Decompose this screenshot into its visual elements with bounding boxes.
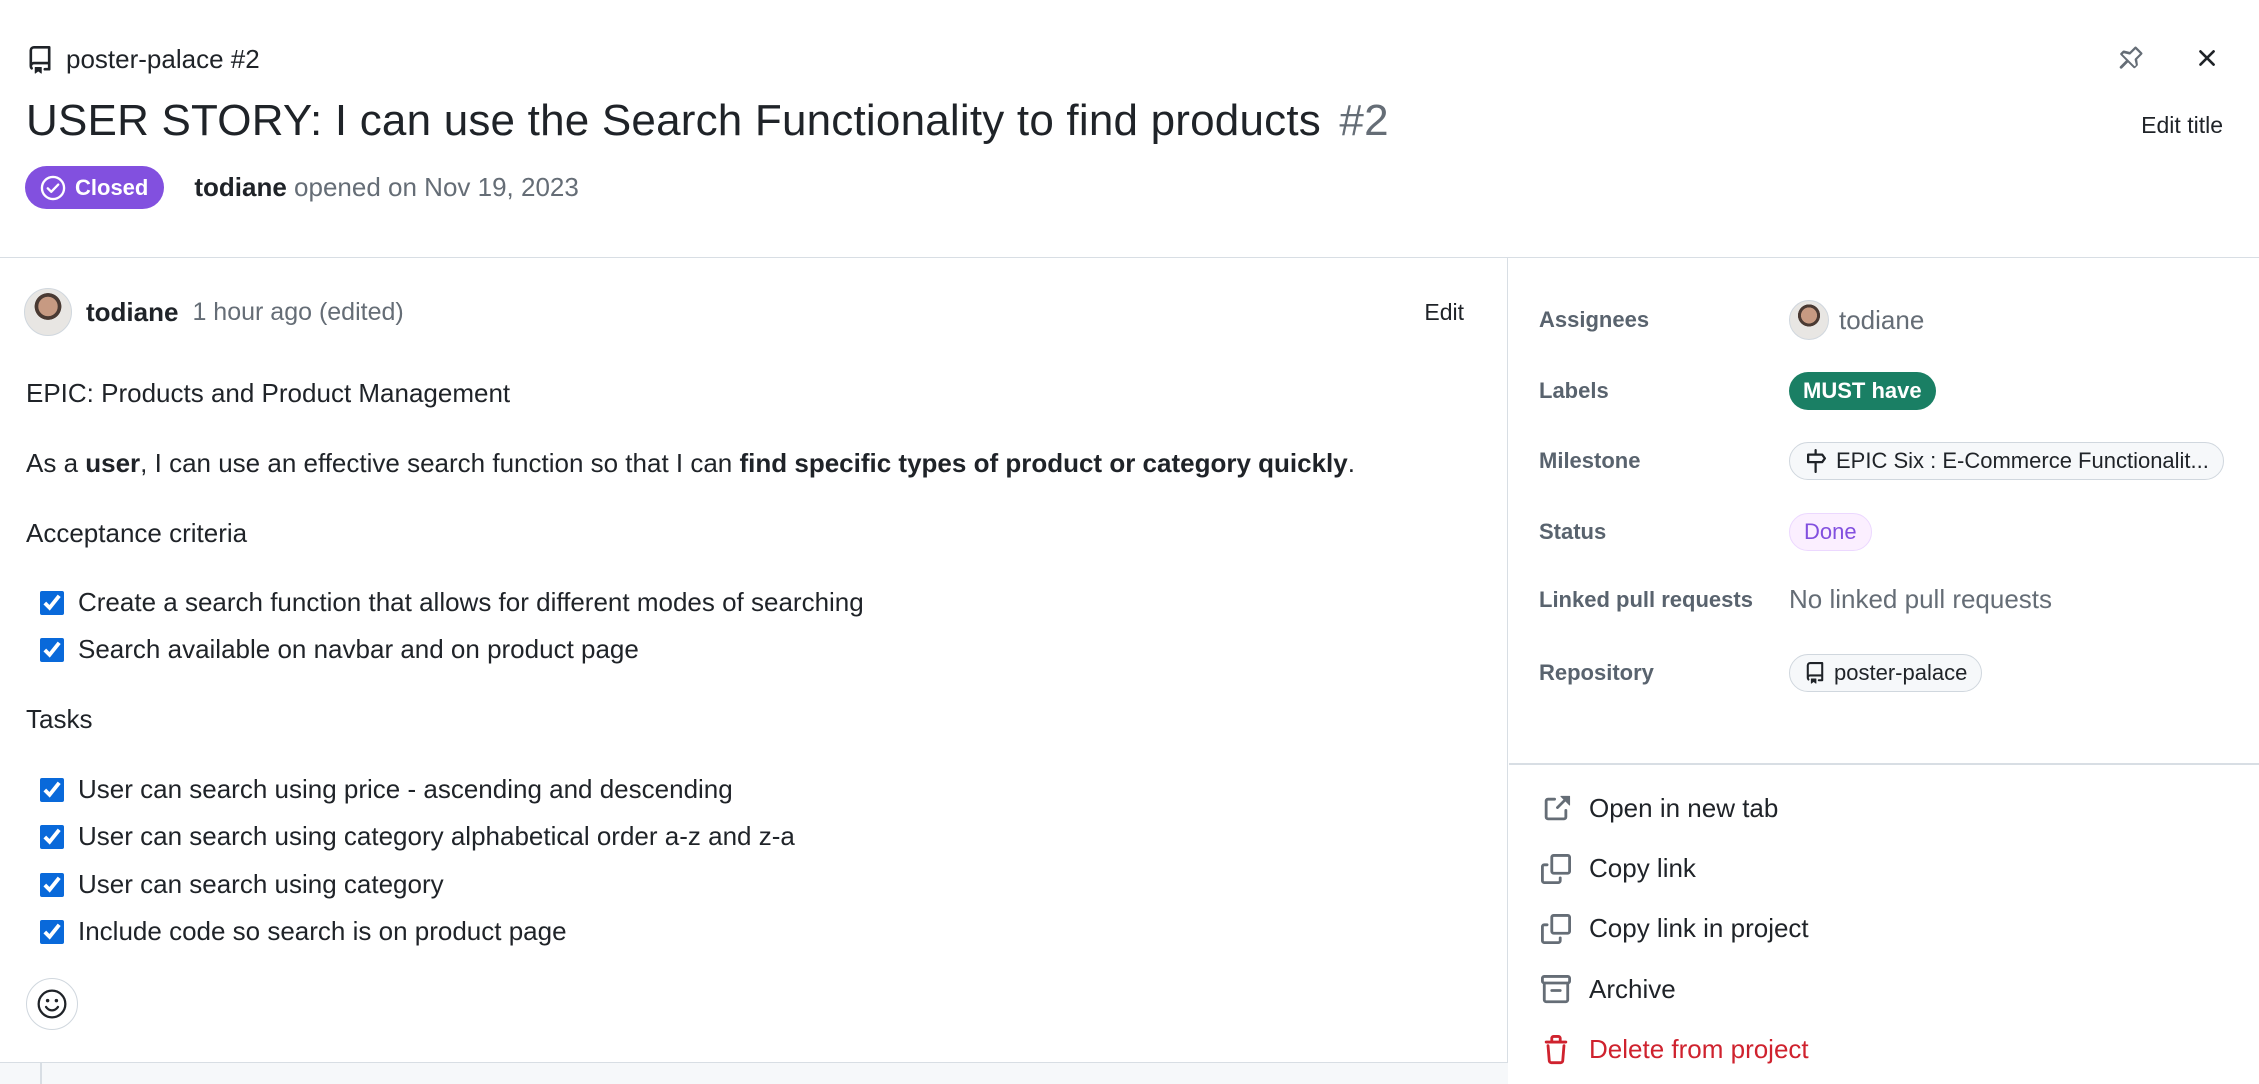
repo-icon	[1806, 662, 1824, 684]
task-label: Include code so search is on product pag…	[78, 916, 567, 946]
repository-tag[interactable]: poster-palace	[1789, 654, 1983, 692]
add-reaction-button[interactable]	[26, 978, 78, 1030]
edit-comment-button[interactable]: Edit	[1424, 299, 1464, 326]
archive-icon	[1541, 974, 1571, 1003]
milestone-field[interactable]: Milestone EPIC Six : E-Commerce Function…	[1539, 442, 2239, 480]
pin-icon[interactable]	[2113, 40, 2149, 76]
action-label: Copy link	[1589, 853, 1696, 883]
trash-icon	[1544, 1034, 1568, 1064]
assignees-field[interactable]: Assignees todiane	[1539, 300, 2239, 340]
task-label: User can search using category	[78, 869, 444, 899]
linked-pull-requests-field[interactable]: Linked pull requests No linked pull requ…	[1539, 584, 2239, 615]
edit-title-button[interactable]: Edit title	[2141, 112, 2223, 139]
status-badge-label: Closed	[75, 174, 149, 200]
milestone-icon	[1806, 449, 1827, 473]
task-label: User can search using category alphabeti…	[78, 821, 795, 851]
repo-icon	[29, 45, 51, 74]
list-item: Include code so search is on product pag…	[40, 916, 567, 947]
issue-sidebar: Assignees todiane Labels MUST have Miles…	[1509, 258, 2259, 1084]
issue-body: todiane 1 hour ago (edited) Edit EPIC: P…	[0, 258, 1508, 1084]
story-suffix: .	[1347, 448, 1355, 478]
tasks-heading: Tasks	[26, 704, 93, 734]
issue-header: poster-palace #2 USER STORY: I can use t…	[0, 0, 2259, 258]
status-tag[interactable]: Done	[1789, 513, 1872, 551]
task-checkbox[interactable]	[40, 824, 64, 849]
comment-header: todiane 1 hour ago (edited) Edit	[24, 288, 1484, 336]
status-badge: Closed	[25, 166, 165, 209]
story-prefix: As a	[26, 448, 86, 478]
action-label: Copy link in project	[1589, 913, 1809, 943]
opened-meta: todiane opened on Nov 19, 2023	[194, 172, 578, 203]
field-label: Linked pull requests	[1539, 586, 1753, 612]
task-label: Search available on navbar and on produc…	[78, 634, 639, 664]
field-label: Labels	[1539, 378, 1609, 403]
issue-title: USER STORY: I can use the Search Functio…	[26, 96, 1389, 146]
story-paragraph: As a user, I can use an effective search…	[26, 448, 1355, 479]
repository-name: poster-palace	[1834, 660, 1968, 685]
issue-title-text: USER STORY: I can use the Search Functio…	[26, 96, 1321, 145]
label-tag[interactable]: MUST have	[1789, 372, 1936, 410]
comment-author[interactable]: todiane	[86, 297, 178, 328]
task-checkbox[interactable]	[40, 872, 64, 897]
avatar	[1789, 300, 1829, 340]
milestone-tag[interactable]: EPIC Six : E-Commerce Functionalit...	[1789, 442, 2224, 480]
assignee-name[interactable]: todiane	[1839, 305, 1924, 336]
action-label: Delete from project	[1589, 1034, 1809, 1064]
issue-number: #2	[1339, 96, 1389, 145]
list-item: User can search using price - ascending …	[40, 774, 733, 805]
copy-link-in-project-button[interactable]: Copy link in project	[1541, 913, 1809, 944]
field-label: Assignees	[1539, 307, 1650, 332]
repository-field[interactable]: Repository poster-palace	[1539, 654, 2239, 692]
epic-line: EPIC: Products and Product Management	[26, 378, 511, 408]
smiley-icon	[37, 989, 67, 1019]
list-item: User can search using category	[40, 869, 444, 900]
list-item: User can search using category alphabeti…	[40, 821, 795, 852]
story-bold-user: user	[85, 448, 141, 478]
delete-from-project-button[interactable]: Delete from project	[1541, 1034, 1809, 1065]
sidebar-divider	[1509, 763, 2259, 765]
opened-text: opened on Nov 19, 2023	[294, 172, 579, 202]
copy-icon	[1541, 913, 1571, 944]
task-label: Create a search function that allows for…	[78, 587, 864, 617]
copy-icon	[1541, 853, 1571, 884]
story-bold-goal: find specific types of product or catego…	[739, 448, 1348, 478]
linked-pr-value: No linked pull requests	[1789, 584, 2053, 614]
issue-author-link[interactable]: todiane	[194, 172, 286, 202]
list-item: Create a search function that allows for…	[40, 587, 864, 618]
repo-reference-text: poster-palace #2	[66, 44, 260, 74]
status-field[interactable]: Status Done	[1539, 513, 2239, 551]
list-item: Search available on navbar and on produc…	[40, 634, 639, 665]
check-circle-icon	[40, 175, 66, 200]
open-in-new-tab-button[interactable]: Open in new tab	[1541, 793, 1778, 824]
task-checkbox[interactable]	[40, 777, 64, 802]
milestone-name: EPIC Six : E-Commerce Functionalit...	[1836, 448, 2209, 473]
acceptance-heading: Acceptance criteria	[26, 518, 248, 548]
task-checkbox[interactable]	[40, 919, 64, 944]
field-label: Repository	[1539, 660, 1654, 685]
task-label: User can search using price - ascending …	[78, 774, 733, 804]
labels-field[interactable]: Labels MUST have	[1539, 372, 2239, 410]
task-checkbox[interactable]	[40, 637, 64, 662]
action-label: Archive	[1589, 974, 1676, 1004]
copy-link-button[interactable]: Copy link	[1541, 853, 1696, 884]
link-external-icon	[1544, 795, 1571, 820]
action-label: Open in new tab	[1589, 793, 1779, 823]
field-label: Status	[1539, 519, 1607, 544]
story-middle: , I can use an effective search function…	[140, 448, 740, 478]
field-label: Milestone	[1539, 448, 1641, 473]
avatar[interactable]	[24, 288, 72, 336]
comment-timestamp[interactable]: 1 hour ago (edited)	[192, 298, 403, 327]
timeline-divider	[0, 1062, 1508, 1084]
repo-reference[interactable]: poster-palace #2	[26, 44, 260, 75]
archive-button[interactable]: Archive	[1541, 974, 1676, 1005]
close-icon[interactable]	[2189, 40, 2225, 76]
task-checkbox[interactable]	[40, 590, 64, 615]
